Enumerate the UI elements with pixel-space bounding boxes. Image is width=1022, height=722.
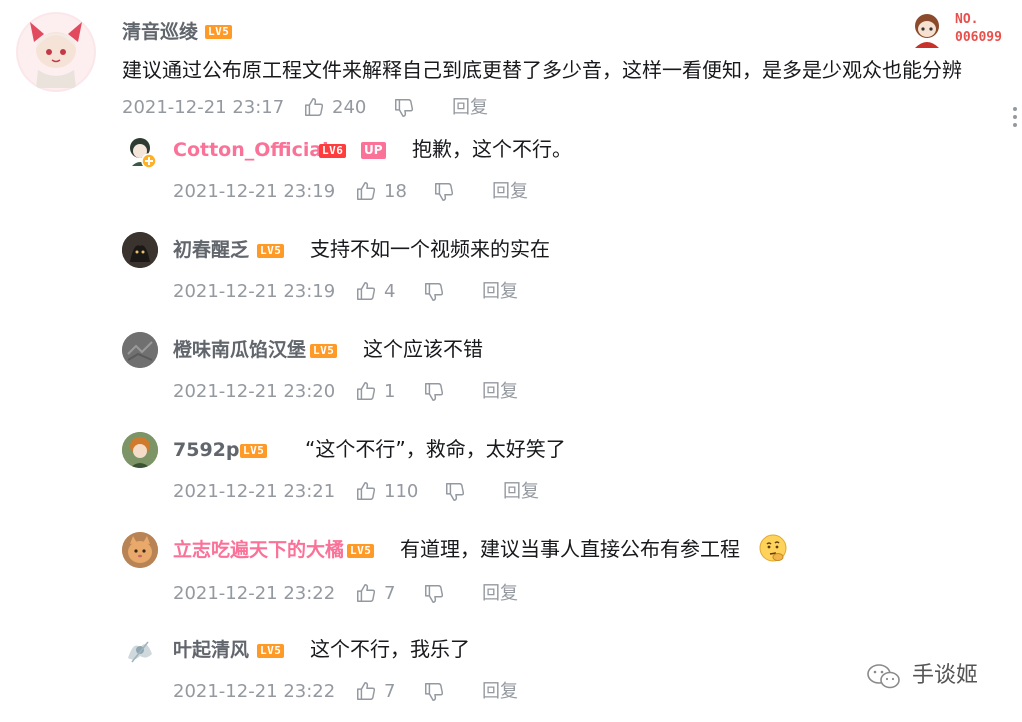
comment-text: 有道理，建议当事人直接公布有参工程 [400, 537, 740, 561]
avatar[interactable] [16, 12, 96, 92]
like-count: 7 [384, 583, 396, 604]
like-icon[interactable] [355, 280, 377, 302]
comment-date: 2021-12-21 23:19 [173, 181, 336, 202]
comment-date: 2021-12-21 23:22 [173, 681, 336, 702]
like-count: 240 [332, 97, 367, 118]
wechat-icon [867, 664, 900, 689]
dislike-icon[interactable] [433, 181, 455, 203]
comment-date: 2021-12-21 23:17 [122, 97, 285, 118]
like-count: 4 [384, 281, 396, 302]
up-badge: UP [361, 142, 386, 159]
dislike-icon[interactable] [423, 583, 445, 605]
username[interactable]: 橙味南瓜馅汉堡 [173, 338, 306, 362]
avatar[interactable] [122, 232, 158, 268]
watermark: 手谈姬 [866, 660, 996, 694]
dislike-icon[interactable] [423, 681, 445, 703]
avatar[interactable] [122, 532, 158, 568]
username[interactable]: 叶起清风 [173, 638, 249, 662]
avatar-image [122, 432, 158, 468]
avatar-image [122, 332, 158, 368]
comment-text: “这个不行”，救命，太好笑了 [305, 437, 566, 461]
level-badge: LV5 [257, 644, 285, 658]
avatar[interactable] [122, 632, 158, 668]
dislike-icon[interactable] [393, 97, 415, 119]
like-icon[interactable] [355, 480, 377, 502]
fan-badge-line1: NO. [955, 12, 979, 27]
reply-button[interactable]: 回复 [482, 381, 518, 403]
like-icon[interactable] [355, 380, 377, 402]
comment-date: 2021-12-21 23:21 [173, 481, 336, 502]
level-badge: LV5 [347, 544, 375, 558]
reply-button[interactable]: 回复 [482, 681, 518, 703]
dislike-icon[interactable] [444, 481, 466, 503]
avatar-character-image [18, 14, 94, 90]
more-options-icon[interactable] [1012, 106, 1018, 128]
comment-text: 这个应该不错 [363, 337, 483, 361]
dislike-icon[interactable] [423, 381, 445, 403]
fan-badge: NO. 006099 [905, 8, 1017, 50]
like-icon[interactable] [355, 680, 377, 702]
username[interactable]: 立志吃遍天下的大橘 [173, 538, 344, 562]
username[interactable]: 清音巡绫 [122, 20, 198, 44]
comment-date: 2021-12-21 23:20 [173, 381, 336, 402]
dislike-icon[interactable] [423, 281, 445, 303]
like-count: 110 [384, 481, 419, 502]
level-badge: LV5 [310, 344, 338, 358]
avatar-image [122, 232, 158, 268]
watermark-text: 手谈姬 [912, 663, 979, 688]
like-icon[interactable] [303, 96, 325, 118]
fan-badge-character-icon [915, 14, 939, 48]
avatar-image [128, 641, 152, 663]
like-count: 1 [384, 381, 396, 402]
level-badge: LV5 [257, 244, 285, 258]
username[interactable]: Cotton_Official [173, 138, 329, 162]
comment-text: 抱歉，这个不行。 [412, 137, 572, 161]
reply-button[interactable]: 回复 [482, 281, 518, 303]
level-badge: LV5 [240, 444, 268, 458]
like-count: 7 [384, 681, 396, 702]
avatar[interactable] [122, 332, 158, 368]
reply-button[interactable]: 回复 [492, 181, 528, 203]
comment-date: 2021-12-21 23:19 [173, 281, 336, 302]
reply-button[interactable]: 回复 [452, 97, 488, 119]
username[interactable]: 7592p [173, 438, 239, 462]
like-icon[interactable] [355, 180, 377, 202]
reply-button[interactable]: 回复 [503, 481, 539, 503]
comment-text: 这个不行，我乐了 [310, 637, 470, 661]
reply-button[interactable]: 回复 [482, 583, 518, 605]
like-count: 18 [384, 181, 407, 202]
level-badge: LV6 [319, 144, 347, 158]
username[interactable]: 初春醒乏 [173, 238, 249, 262]
comment-text: 支持不如一个视频来的实在 [310, 237, 550, 261]
avatar[interactable] [122, 432, 158, 468]
like-icon[interactable] [355, 582, 377, 604]
level-badge: LV5 [205, 25, 233, 39]
fan-badge-line2: 006099 [955, 30, 1002, 45]
comment-text: 建议通过公布原工程文件来解释自己到底更替了多少音，这样一看便知，是多是少观众也能… [122, 58, 962, 82]
comment-date: 2021-12-21 23:22 [173, 583, 336, 604]
verified-icon [141, 153, 157, 169]
thinking-emoji-icon [759, 534, 787, 562]
avatar-image [122, 532, 158, 568]
